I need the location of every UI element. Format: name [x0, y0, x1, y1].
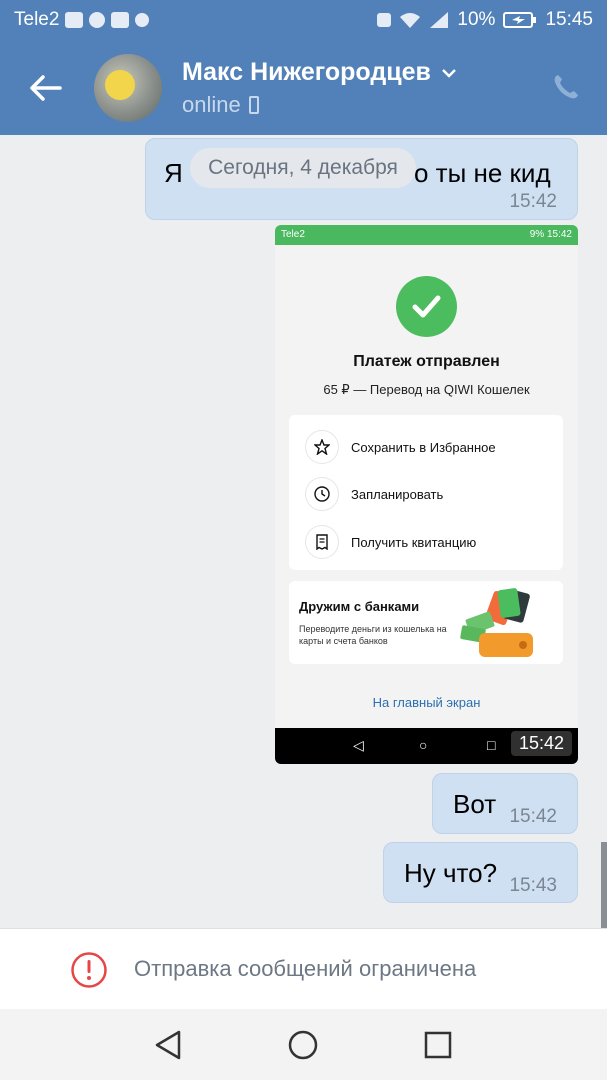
promo-text: Переводите деньги из кошелька на карты и… — [299, 624, 447, 646]
mobile-device-icon — [248, 96, 259, 114]
contact-name-button[interactable]: Макс Нижегородцев — [182, 58, 457, 87]
back-triangle-icon[interactable] — [151, 1027, 187, 1063]
attachment-status-right: 9% 15:42 — [530, 229, 572, 240]
search-icon — [135, 13, 150, 27]
message-time: 15:43 — [509, 875, 557, 896]
activity-icon — [65, 12, 84, 28]
contact-status: online — [182, 92, 259, 118]
message-bubble[interactable]: Вот 15:42 — [432, 773, 578, 834]
system-nav-bar — [0, 1009, 607, 1080]
battery-percent: 10% — [457, 9, 496, 30]
wallet-cards-icon — [460, 588, 533, 657]
payment-title: Платеж отправлен — [353, 353, 500, 370]
restriction-text: Отправка сообщений ограничена — [134, 956, 477, 981]
recents-square-icon: □ — [487, 737, 496, 753]
avatar-emoji — [105, 70, 135, 100]
actions-card: Сохранить в Избранное Запланировать Полу… — [289, 415, 563, 570]
home-screen-link: На главный экран — [372, 695, 481, 710]
wifi-icon — [400, 13, 421, 28]
chevron-down-icon — [441, 68, 456, 78]
attachment-clock: 15:42 — [546, 229, 572, 240]
image-attachment[interactable]: Tele2 9% 15:42 Платеж отправлен 65 ₽ — П… — [275, 225, 578, 764]
clock-icon — [305, 477, 339, 511]
back-triangle-icon: ◁ — [353, 737, 364, 753]
chat-header: Макс Нижегородцев online — [0, 42, 607, 135]
action-label: Запланировать — [351, 486, 444, 502]
recents-square-icon[interactable] — [420, 1027, 456, 1063]
carrier-label: Tele2 — [14, 9, 60, 30]
success-check-icon — [396, 276, 457, 337]
signal-icon — [430, 12, 449, 28]
action-save-favorites: Сохранить в Избранное — [305, 430, 496, 464]
message-text: о ты не кид — [414, 158, 551, 188]
nfc-icon — [377, 13, 392, 27]
message-text: Ну что? — [404, 858, 498, 888]
action-label: Сохранить в Избранное — [351, 439, 496, 455]
message-time: 15:42 — [509, 191, 557, 212]
payment-subtitle: 65 ₽ — Перевод на QIWI Кошелек — [323, 382, 530, 397]
status-bar: Tele2 10% 15:45 — [0, 0, 607, 42]
star-icon — [305, 430, 339, 464]
attachment-battery: 9% — [529, 229, 545, 240]
action-schedule: Запланировать — [305, 477, 443, 511]
attachment-status-bar: Tele2 9% 15:42 — [275, 225, 578, 245]
promo-title: Дружим с банками — [299, 599, 420, 614]
promo-card: Дружим с банками Переводите деньги из ко… — [289, 581, 563, 664]
date-divider: Сегодня, 4 декабря — [190, 148, 416, 188]
clock: 15:45 — [545, 9, 593, 30]
message-text: Я — [164, 158, 183, 188]
contact-name: Макс Нижегородцев — [182, 58, 431, 86]
message-list[interactable]: Я о ты не кид 15:42 Сегодня, 4 декабря T… — [0, 135, 607, 928]
action-receipt: Получить квитанцию — [305, 525, 476, 559]
avatar[interactable] — [94, 54, 162, 122]
back-arrow-icon[interactable] — [28, 70, 64, 106]
attachment-carrier: Tele2 — [281, 229, 305, 240]
message-text: Вот — [453, 789, 497, 819]
scrollbar[interactable] — [601, 842, 607, 928]
phone-call-icon[interactable] — [551, 72, 581, 102]
receipt-icon — [305, 525, 339, 559]
youtube-icon — [111, 12, 130, 28]
messaging-restricted-banner: Отправка сообщений ограничена — [0, 928, 607, 1009]
action-label: Получить квитанцию — [351, 534, 477, 550]
message-time: 15:42 — [510, 731, 572, 756]
home-circle-icon: ○ — [419, 737, 428, 753]
message-time: 15:42 — [509, 806, 557, 827]
message-bubble[interactable]: Ну что? 15:43 — [383, 842, 578, 903]
online-status: online — [182, 92, 241, 117]
home-circle-icon[interactable] — [285, 1027, 321, 1063]
warning-circle-icon — [71, 952, 107, 988]
battery-icon — [503, 12, 537, 28]
chat-icon — [89, 12, 106, 28]
